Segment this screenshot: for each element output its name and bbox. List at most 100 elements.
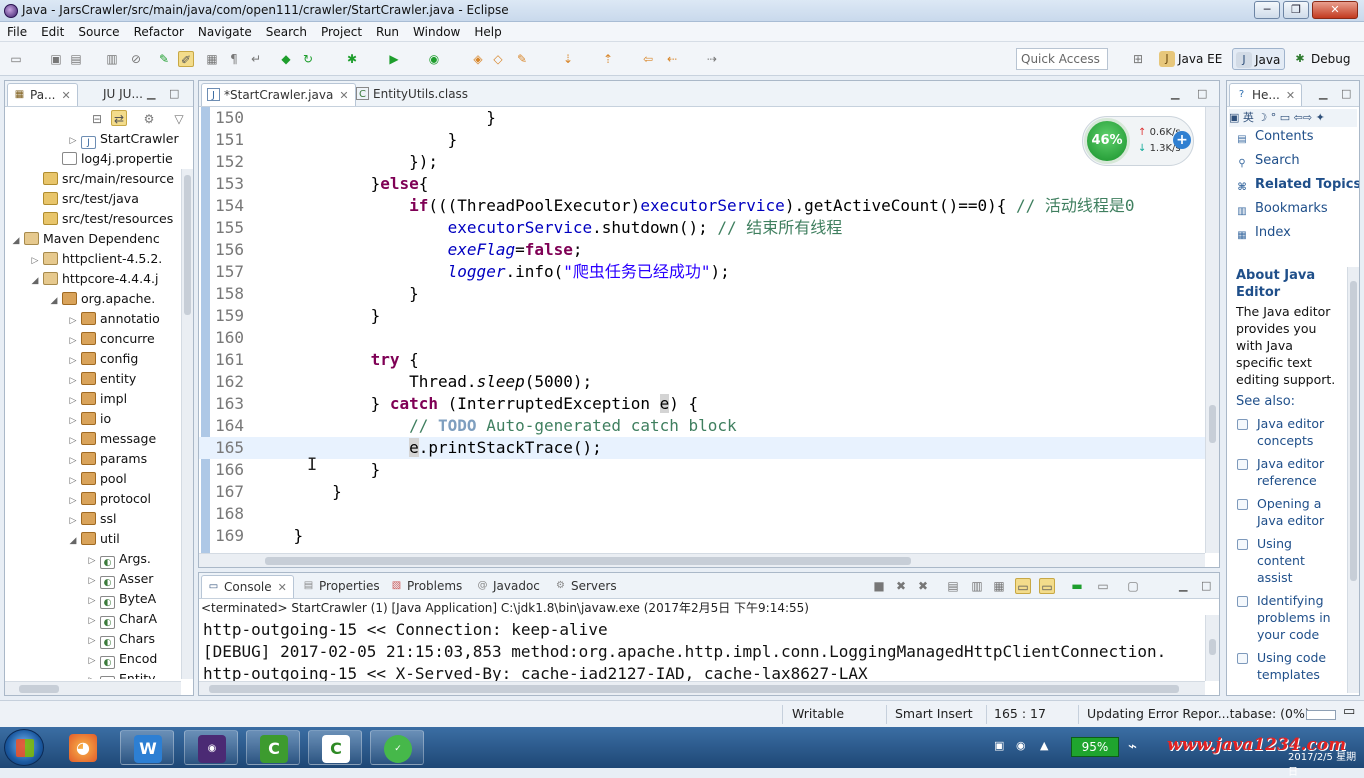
perspective-java-ee[interactable]: J Java EE	[1156, 48, 1226, 70]
code-area[interactable]: 150 } 151 } 152 }); 153 }else{154 if(((Thre…	[199, 107, 1205, 553]
collapse-arrow-icon[interactable]: ▷	[86, 571, 98, 591]
tree-item[interactable]: ▷ impl	[5, 389, 128, 411]
debug-run-icon[interactable]: ✱	[344, 51, 360, 67]
tree-item[interactable]: ▷ ◐ Asser	[5, 569, 153, 589]
tree-item[interactable]: ▷ ◐ Args.	[5, 549, 151, 569]
menu-navigate[interactable]: Navigate	[191, 22, 259, 42]
help-link[interactable]: Using code templates	[1236, 649, 1336, 683]
tray-network-icon[interactable]: ▲	[1040, 739, 1048, 752]
battery-indicator[interactable]: 95%	[1071, 737, 1119, 757]
tab-problems[interactable]: ▧ Problems	[385, 575, 468, 598]
help-related-topics-link[interactable]: ⌘ Related Topics	[1235, 173, 1359, 197]
collapse-arrow-icon[interactable]: ▷	[67, 391, 79, 411]
help-link[interactable]: Opening a Java editor	[1236, 495, 1336, 529]
tree-item[interactable]: ▷ entity	[5, 369, 137, 391]
progress-view-icon[interactable]: ▭	[1343, 704, 1355, 719]
help-link[interactable]: Java editor concepts	[1236, 415, 1336, 449]
status-insert-mode[interactable]: Smart Insert	[895, 706, 973, 721]
tree-item[interactable]: ◢ httpcore-4.4.4.j	[5, 269, 159, 289]
tab-help[interactable]: ? He... ✕	[1229, 83, 1303, 106]
keyboard-icon[interactable]: ▭	[1280, 111, 1294, 124]
tree-item[interactable]: ▷ J StartCrawler	[5, 129, 179, 149]
collapse-arrow-icon[interactable]: ▷	[67, 431, 79, 451]
tree-item[interactable]: ▷ ◐ Encod	[5, 649, 157, 669]
help-scrollbar[interactable]	[1347, 267, 1359, 693]
print-icon[interactable]: ▥	[104, 51, 120, 67]
collapse-arrow-icon[interactable]: ▷	[67, 131, 79, 151]
show-whitespace-icon[interactable]: ¶	[226, 51, 242, 67]
back-icon[interactable]: ⇦	[1294, 111, 1303, 124]
expand-arrow-icon[interactable]: ◢	[10, 231, 22, 251]
editor-hscrollbar[interactable]	[199, 553, 1205, 567]
help-link[interactable]: Using content assist	[1236, 535, 1336, 586]
taskbar-app-camtasia[interactable]: C	[246, 730, 300, 765]
search-icon[interactable]: ✎	[514, 51, 530, 67]
back-icon[interactable]: ⇠	[664, 51, 680, 67]
tree-item[interactable]: ▷ protocol	[5, 489, 151, 509]
help-index-link[interactable]: ▦ Index	[1235, 221, 1359, 245]
open-type-icon[interactable]: ◈	[470, 51, 486, 67]
collapse-arrow-icon[interactable]: ▷	[86, 551, 98, 571]
coverage-icon[interactable]: ◉	[426, 51, 442, 67]
taskbar-app-eclipse[interactable]: ◉	[184, 730, 238, 765]
menu-run[interactable]: Run	[369, 22, 406, 42]
collapse-arrow-icon[interactable]: ▷	[67, 371, 79, 391]
tree-item[interactable]: ▷ ◐ ByteA	[5, 589, 156, 609]
next-annotation-icon[interactable]: ⇣	[560, 51, 576, 67]
tree-item[interactable]: src/main/resource	[5, 169, 174, 189]
taskbar-app-explorer[interactable]: ◕	[56, 730, 110, 765]
collapse-all-icon[interactable]: ⊟	[89, 111, 105, 127]
pin-console-icon[interactable]: ▬	[1069, 578, 1085, 594]
tab-junit[interactable]: JU JU...	[81, 83, 149, 106]
perspective-debug[interactable]: ✱ Debug	[1289, 48, 1354, 70]
expand-arrow-icon[interactable]: ◢	[67, 531, 79, 551]
taskbar-app-camtasia-recorder[interactable]: C	[308, 730, 362, 765]
run-icon[interactable]: ▶	[386, 51, 402, 67]
collapse-arrow-icon[interactable]: ▷	[67, 331, 79, 351]
collapse-arrow-icon[interactable]: ▷	[67, 471, 79, 491]
collapse-arrow-icon[interactable]: ▷	[86, 591, 98, 611]
tab-entityutils-class[interactable]: C EntityUtils.class	[351, 83, 474, 106]
tab-javadoc[interactable]: @ Javadoc	[471, 575, 546, 598]
menu-project[interactable]: Project	[314, 22, 369, 42]
close-tab-icon[interactable]: ✕	[1286, 89, 1295, 102]
collapse-arrow-icon[interactable]: ▷	[29, 251, 41, 271]
perspective-java[interactable]: J Java	[1232, 48, 1286, 70]
tray-help-icon[interactable]: ◉	[1016, 739, 1026, 752]
tab-properties[interactable]: ▤ Properties	[297, 575, 386, 598]
collapse-arrow-icon[interactable]: ▷	[67, 451, 79, 471]
collapse-arrow-icon[interactable]: ▷	[86, 671, 98, 679]
open-task-icon[interactable]: ◇	[490, 51, 506, 67]
expand-arrow-icon[interactable]: ◢	[29, 271, 41, 291]
collapse-arrow-icon[interactable]: ▷	[86, 651, 98, 671]
help-link[interactable]: Java editor reference	[1236, 455, 1336, 489]
maximize-view-icon[interactable]: □	[1201, 579, 1211, 592]
toggle-highlight-icon[interactable]: ✐	[178, 51, 194, 67]
save-icon[interactable]: ▣	[48, 51, 64, 67]
tab-package-explorer[interactable]: ▦ Pa... ✕	[7, 83, 78, 106]
tree-item[interactable]: ▷ ◐ Chars	[5, 629, 155, 649]
tree-item[interactable]: ◢ Maven Dependenc	[5, 229, 160, 249]
forward-icon[interactable]: ⇢	[704, 51, 720, 67]
menu-edit[interactable]: Edit	[34, 22, 71, 42]
minimize-view-icon[interactable]: ▁	[1171, 87, 1179, 100]
quick-access-input[interactable]: Quick Access	[1016, 48, 1108, 70]
help-search-link[interactable]: ⚲ Search	[1235, 149, 1359, 173]
word-wrap-icon[interactable]: ▦	[991, 578, 1007, 594]
maximize-view-icon[interactable]: □	[1197, 87, 1207, 100]
tree-item[interactable]: ▷ params	[5, 449, 148, 471]
tab-console[interactable]: ▭ Console ✕	[201, 575, 294, 598]
tree-item[interactable]: src/test/resources	[5, 209, 173, 229]
last-edit-icon[interactable]: ⇦	[640, 51, 656, 67]
help-bookmarks-link[interactable]: ▥ Bookmarks	[1235, 197, 1359, 221]
show-on-stdout-icon[interactable]: ▭	[1015, 578, 1031, 594]
open-console-icon[interactable]: ▢	[1125, 578, 1141, 594]
view-menu-icon[interactable]: ⚙	[141, 111, 157, 127]
tree-item[interactable]: ▷ concurre	[5, 329, 155, 349]
prev-annotation-icon[interactable]: ⇡	[600, 51, 616, 67]
forward-icon[interactable]: ⇨	[1303, 111, 1312, 124]
tray-monitor-icon[interactable]: ▣	[994, 739, 1004, 752]
editor-scrollbar[interactable]	[1205, 107, 1219, 553]
collapse-arrow-icon[interactable]: ▷	[67, 311, 79, 331]
menu-refactor[interactable]: Refactor	[127, 22, 191, 42]
